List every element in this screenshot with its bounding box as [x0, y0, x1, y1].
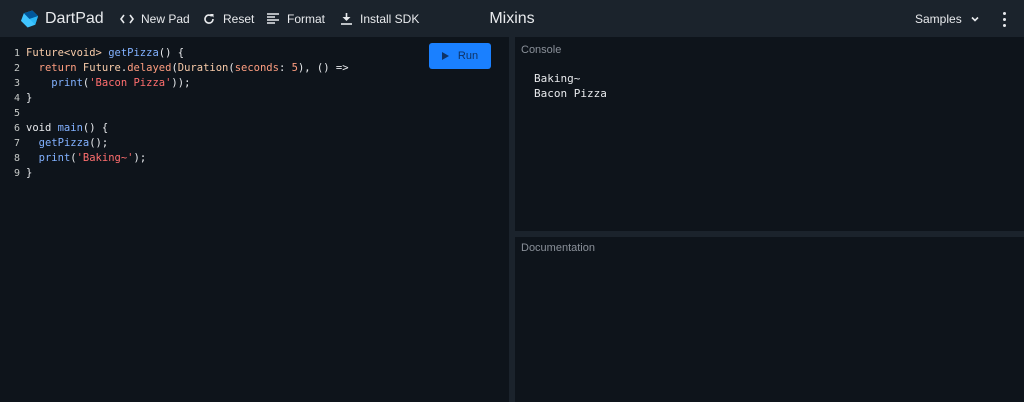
code-token: getPizza [108, 47, 159, 59]
run-button[interactable]: Run [429, 43, 491, 69]
reset-label: Reset [223, 11, 255, 26]
console-panel: Console Baking~ Bacon Pizza [515, 37, 1024, 231]
code-token: : [278, 62, 292, 74]
code-text: } [26, 91, 32, 106]
new-pad-label: New Pad [141, 11, 190, 26]
code-token: print [51, 77, 83, 89]
line-number: 6 [14, 123, 21, 134]
code-text: Future<void> getPizza() { [26, 46, 184, 61]
code-text: getPizza(); [26, 136, 109, 151]
code-text: return Future.delayed(Duration(seconds: … [26, 61, 349, 76]
samples-label: Samples [915, 11, 962, 26]
console-line: Bacon Pizza [534, 87, 607, 100]
code-token: ), () => [297, 62, 349, 74]
line-number: 3 [14, 78, 21, 89]
console-line: Baking~ [534, 72, 581, 85]
line-number: 4 [14, 93, 21, 104]
code-text: print('Bacon Pizza')); [26, 76, 190, 91]
format-label: Format [287, 11, 326, 26]
console-title: Console [521, 44, 562, 56]
line-number: 9 [14, 168, 21, 179]
code-line[interactable]: 9} [0, 166, 349, 181]
code-token: Future<void> [26, 47, 109, 59]
code-text: void main() { [26, 121, 108, 136]
code-brackets-icon [120, 12, 134, 26]
console-output: Baking~ Bacon Pizza [534, 71, 607, 101]
code-token: } [26, 167, 33, 179]
code-token: Future [82, 62, 121, 74]
line-number: 1 [14, 48, 21, 59]
refresh-icon [202, 12, 216, 26]
line-number: 8 [14, 153, 21, 164]
code-token: } [26, 92, 33, 104]
code-token: ); [133, 152, 147, 164]
chevron-down-icon [971, 16, 979, 22]
more-vert-icon[interactable] [996, 9, 1012, 29]
documentation-title: Documentation [521, 242, 595, 254]
code-token: getPizza [38, 137, 90, 149]
app-name: DartPad [45, 9, 104, 27]
install-sdk-label: Install SDK [360, 11, 420, 26]
download-icon [339, 12, 353, 26]
format-button[interactable]: Format [266, 0, 325, 37]
line-number: 5 [14, 108, 21, 119]
code-line[interactable]: 1 Future<void> getPizza() { [0, 46, 349, 61]
more-dot [1002, 11, 1006, 15]
install-sdk-button[interactable]: Install SDK [339, 0, 419, 37]
reset-button[interactable]: Reset [202, 0, 254, 37]
line-number: 7 [14, 138, 21, 149]
more-dot [1002, 23, 1006, 27]
code-line[interactable]: 6 void main() { [0, 121, 349, 136]
code-token: 'Bacon Pizza' [89, 77, 172, 89]
code-line[interactable]: 7 getPizza(); [0, 136, 349, 151]
code-token: Duration [177, 62, 229, 74]
code-token: delayed [127, 62, 172, 74]
run-label: Run [457, 50, 479, 62]
new-pad-button[interactable]: New Pad [120, 0, 190, 37]
code-line[interactable]: 8 print('Baking~'); [0, 151, 349, 166]
code-token: return [38, 62, 83, 74]
code-line[interactable]: 2 return Future.delayed(Duration(seconds… [0, 61, 349, 76]
code-text: print('Baking~'); [26, 151, 147, 166]
code-token: seconds [234, 62, 279, 74]
code-text: } [26, 166, 32, 181]
code-line[interactable]: 5 [0, 106, 349, 121]
code-token: () { [158, 47, 185, 59]
code-token: )); [171, 77, 191, 89]
app-header: DartPad New Pad Reset Format Install SDK… [0, 0, 1024, 37]
code-token: (); [89, 137, 109, 149]
code-token: void [26, 122, 58, 134]
code-editor[interactable]: 1 Future<void> getPizza() {2 return Futur… [0, 37, 509, 402]
dart-logo-icon [20, 9, 39, 28]
code-token: () { [82, 122, 109, 134]
dartpad-logo[interactable]: DartPad [20, 0, 104, 37]
code-token: print [38, 152, 71, 164]
code-token: 'Baking~' [76, 152, 134, 164]
samples-dropdown[interactable]: Samples [915, 0, 980, 37]
format-lines-icon [266, 12, 280, 26]
code-line[interactable]: 3 print('Bacon Pizza')); [0, 76, 349, 91]
code-line[interactable]: 4} [0, 91, 349, 106]
play-icon [441, 52, 449, 60]
line-number: 2 [14, 63, 21, 74]
code-lines[interactable]: 1 Future<void> getPizza() {2 return Futur… [0, 46, 349, 181]
more-dot [1002, 17, 1006, 21]
documentation-panel: Documentation [515, 237, 1024, 402]
code-token: main [57, 122, 83, 134]
